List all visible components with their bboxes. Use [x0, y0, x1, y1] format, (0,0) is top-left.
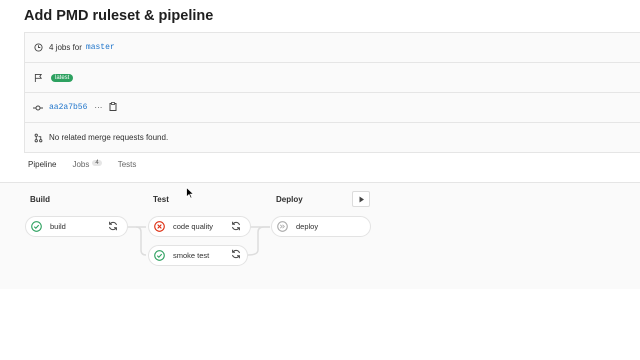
- stage-title-deploy: Deploy: [276, 195, 303, 204]
- retry-icon: [232, 221, 240, 231]
- mouse-cursor-icon: [186, 186, 195, 204]
- status-success-icon: [154, 250, 165, 261]
- status-success-icon: [31, 221, 42, 232]
- retry-smoke-test-button[interactable]: [229, 247, 243, 261]
- play-icon: [359, 196, 364, 202]
- job-name: build: [50, 222, 66, 231]
- retry-build-button[interactable]: [106, 219, 120, 233]
- pipeline-connectors: [126, 226, 270, 256]
- job-name: deploy: [296, 222, 319, 231]
- stage-title-test: Test: [153, 195, 169, 204]
- status-skipped-icon: [277, 221, 288, 232]
- job-deploy[interactable]: deploy: [271, 216, 371, 237]
- play-deploy-button[interactable]: [352, 191, 370, 207]
- job-name: smoke test: [173, 251, 210, 260]
- retry-icon: [109, 221, 117, 231]
- status-failed-icon: [154, 221, 165, 232]
- retry-icon: [232, 249, 240, 259]
- stage-title-build: Build: [30, 195, 50, 204]
- retry-code-quality-button[interactable]: [229, 219, 243, 233]
- job-name: code quality: [173, 222, 214, 231]
